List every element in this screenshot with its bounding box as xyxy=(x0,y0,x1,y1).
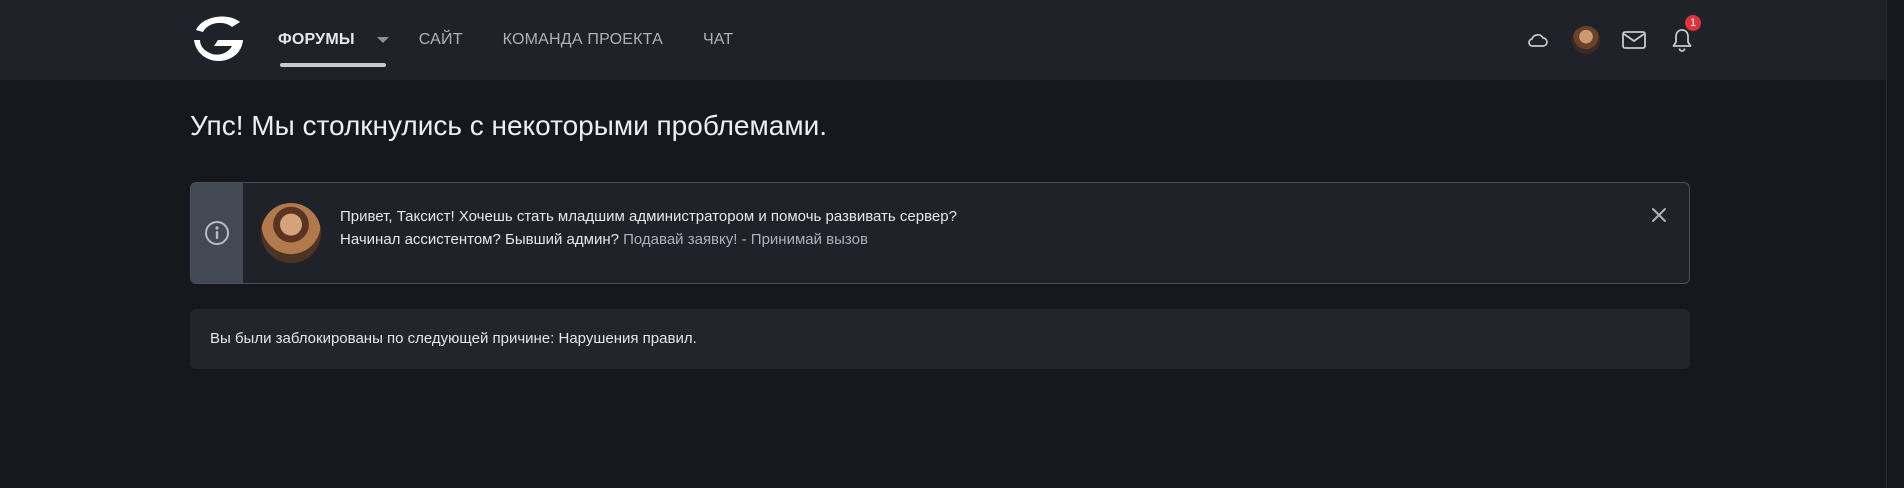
page-title: Упс! Мы столкнулись с некоторыми проблем… xyxy=(190,110,827,141)
block-message: Вы были заблокированы по следующей причи… xyxy=(210,330,697,347)
notice-line-2: Начинал ассистентом? Бывший админ? Подав… xyxy=(340,228,957,251)
user-avatar-button[interactable] xyxy=(1568,22,1604,58)
avatar xyxy=(1572,26,1600,54)
cloud-icon xyxy=(1528,34,1548,47)
apply-link[interactable]: Подавай заявку! xyxy=(623,231,737,248)
chevron-down-icon[interactable] xyxy=(376,37,389,43)
logo-icon xyxy=(194,16,243,62)
notice-banner: Привет, Таксист! Хочешь стать младшим ад… xyxy=(190,182,1690,284)
close-icon xyxy=(1652,208,1666,222)
scrollbar[interactable] xyxy=(1886,0,1904,488)
close-button[interactable] xyxy=(1649,205,1669,225)
bell-icon xyxy=(1672,29,1692,52)
main-nav: ФОРУМЫ САЙТ КОМАНДА ПРОЕКТА ЧАТ xyxy=(278,0,773,80)
notice-line-2-prefix: Начинал ассистентом? Бывший админ? xyxy=(340,231,619,248)
notifications-button[interactable]: 1 xyxy=(1664,15,1701,58)
site-logo[interactable] xyxy=(188,10,246,68)
messages-button[interactable] xyxy=(1616,22,1652,58)
nav-team-label: КОМАНДА ПРОЕКТА xyxy=(502,31,663,48)
header-actions: 1 xyxy=(1508,15,1701,58)
nav-chat[interactable]: ЧАТ xyxy=(703,0,733,80)
nav-chat-label: ЧАТ xyxy=(702,31,734,48)
cloud-button[interactable] xyxy=(1520,22,1556,58)
challenge-link[interactable]: Принимай вызов xyxy=(751,231,868,248)
notice-line-1: Привет, Таксист! Хочешь стать младшим ад… xyxy=(340,208,957,225)
nav-team[interactable]: КОМАНДА ПРОЕКТА xyxy=(503,0,663,80)
notice-avatar xyxy=(261,203,321,263)
notice-sidebar xyxy=(191,183,243,283)
active-underline xyxy=(280,63,386,67)
top-navbar: ФОРУМЫ САЙТ КОМАНДА ПРОЕКТА ЧАТ 1 xyxy=(0,0,1886,80)
notice-separator: - xyxy=(741,231,747,248)
nav-site-label: САЙТ xyxy=(418,31,463,48)
block-message-box: Вы были заблокированы по следующей причи… xyxy=(190,309,1690,369)
nav-forums-label: ФОРУМЫ xyxy=(278,31,355,48)
notice-text: Привет, Таксист! Хочешь стать младшим ад… xyxy=(340,205,957,251)
nav-site[interactable]: САЙТ xyxy=(419,0,463,80)
nav-forums[interactable]: ФОРУМЫ xyxy=(278,0,386,80)
notification-badge: 1 xyxy=(1685,15,1701,31)
mail-icon xyxy=(1622,31,1646,49)
info-icon xyxy=(205,221,229,245)
